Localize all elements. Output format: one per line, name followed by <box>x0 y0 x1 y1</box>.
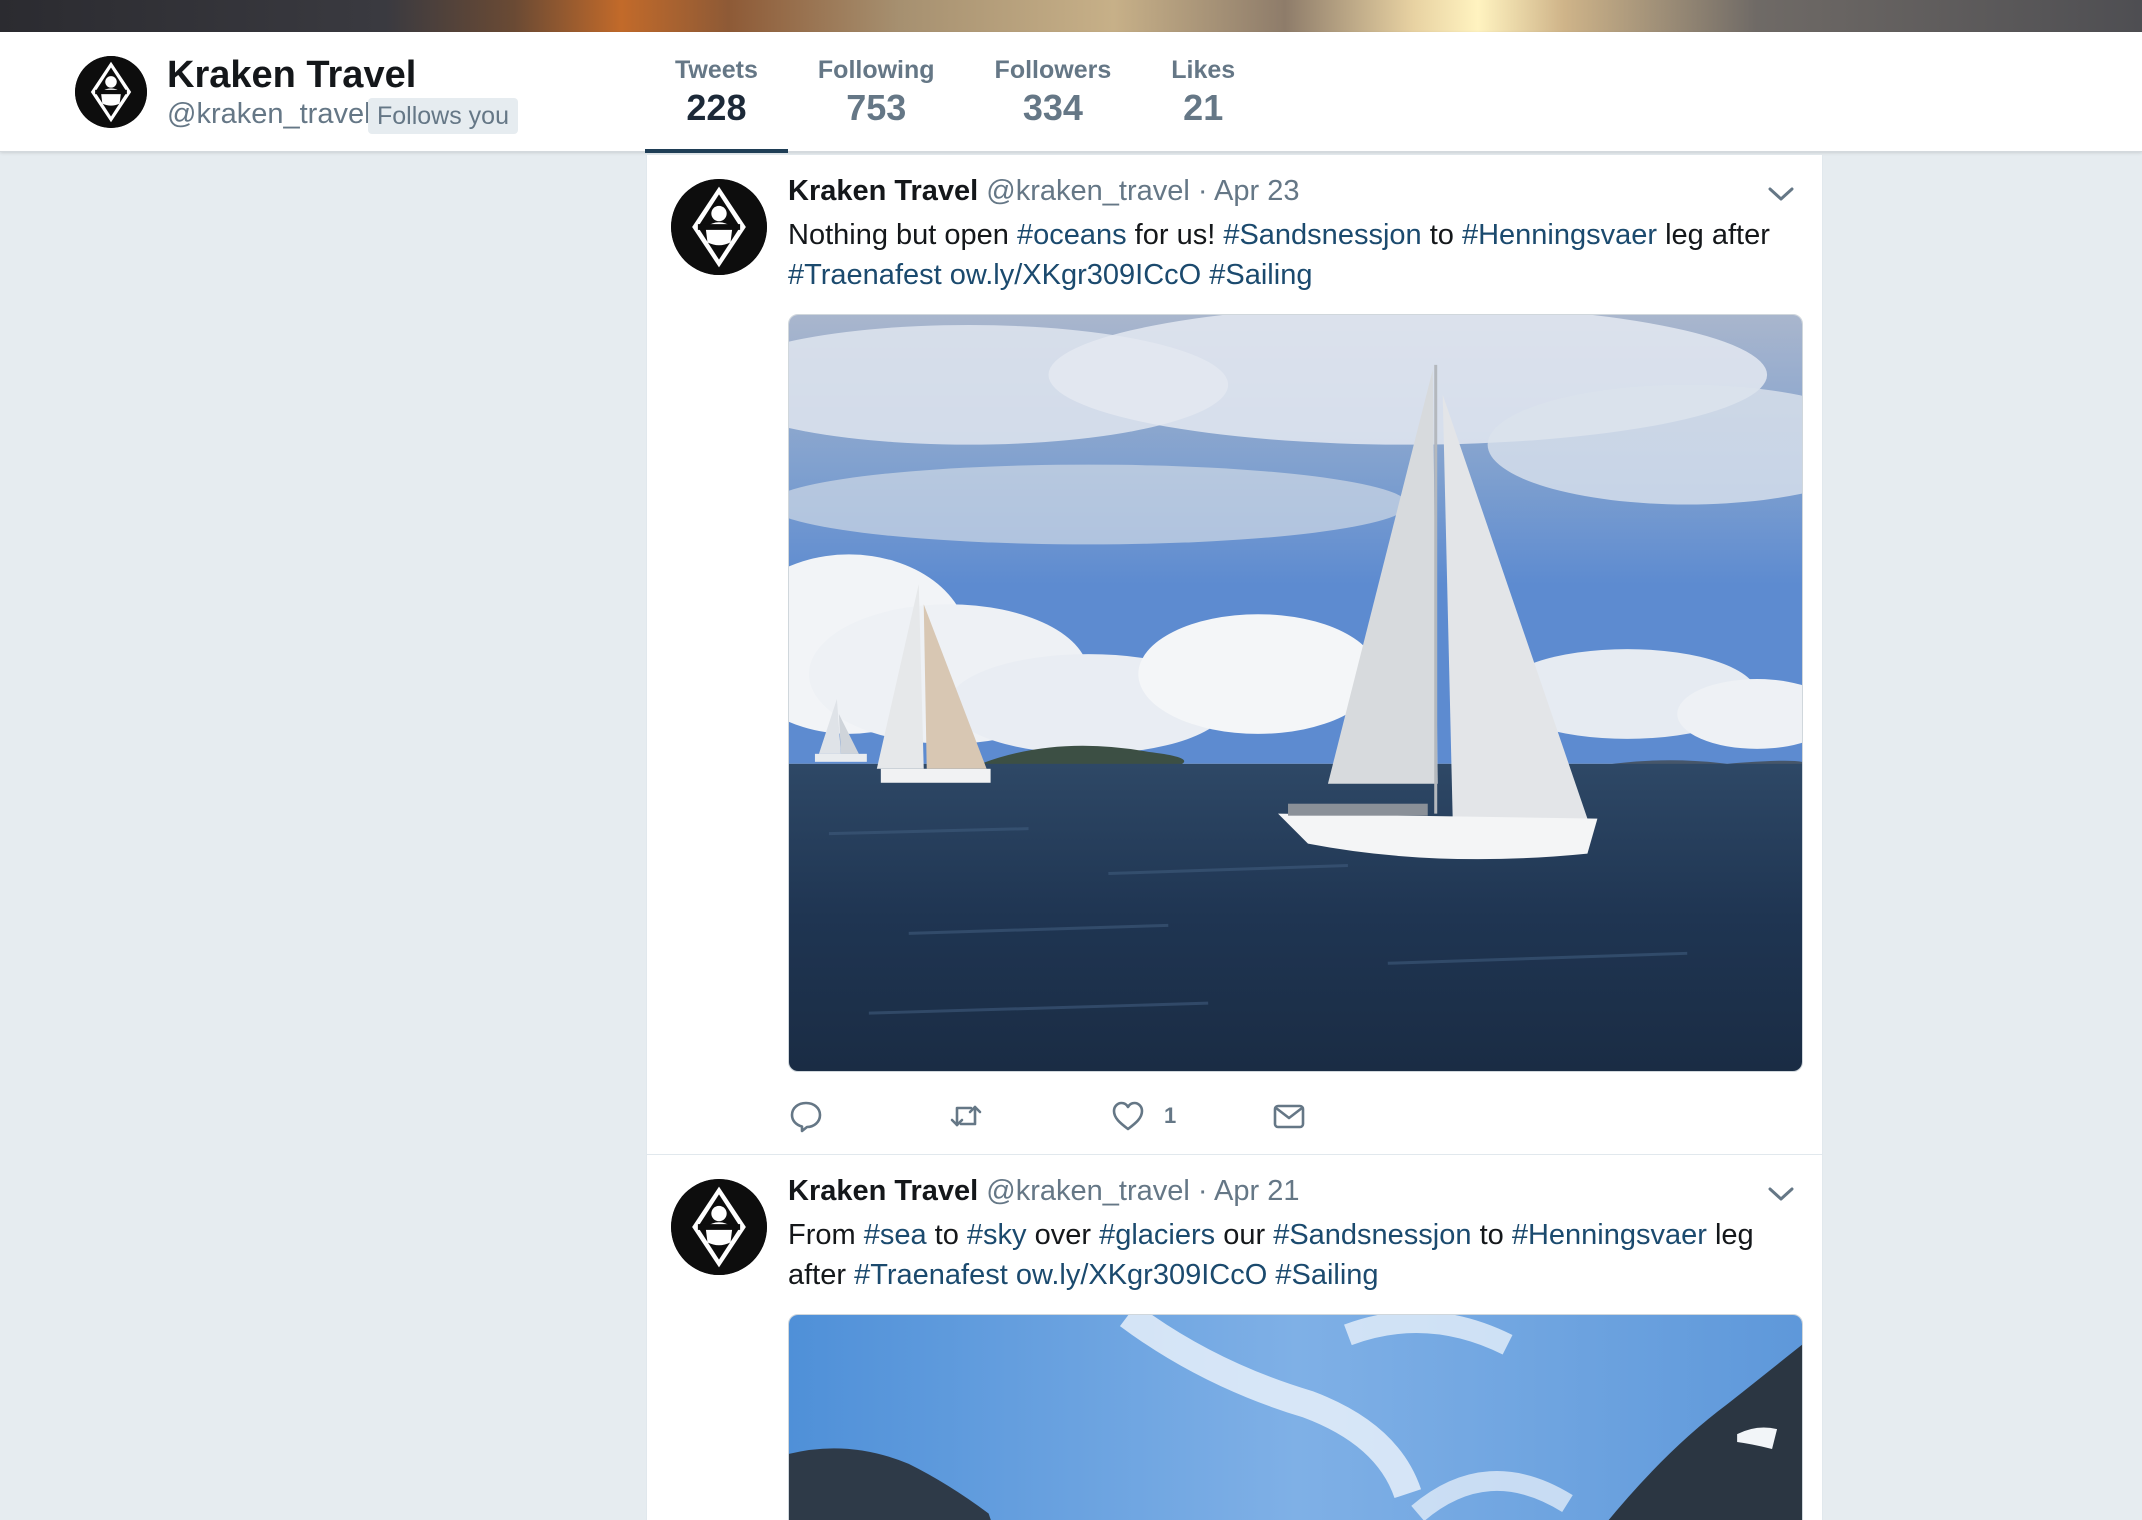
sailboats-photo <box>789 315 1802 1071</box>
direct-message-icon <box>1273 1104 1305 1129</box>
tab-likes[interactable]: Likes 21 <box>1141 32 1265 152</box>
tweet-text-segment: for us! <box>1126 219 1224 251</box>
tweet-text-segment <box>942 259 950 291</box>
tweet-timeline: Kraken Travel @kraken_travel · Apr 23 No… <box>646 155 1823 1520</box>
stat-value: 21 <box>1183 87 1224 128</box>
separator-dot: · <box>1197 1175 1208 1207</box>
stat-label: Following <box>817 56 935 84</box>
hashtag-link[interactable]: #Traenafest <box>788 259 942 291</box>
tweet-actions: 1 <box>788 1095 1388 1137</box>
hashtag-link[interactable]: #glaciers <box>1099 1219 1215 1251</box>
tweet-text-segment: Nothing but open <box>788 219 1017 251</box>
mountains-photo <box>789 1315 1802 1520</box>
hashtag-link[interactable]: #sea <box>864 1219 927 1251</box>
stat-label: Likes <box>1171 56 1236 84</box>
profile-avatar[interactable] <box>75 56 147 128</box>
hashtag-link[interactable]: #Sandsnessjon <box>1273 1219 1471 1251</box>
tweet-text-segment <box>1008 1259 1016 1291</box>
hashtag-link[interactable]: #Sailing <box>1275 1259 1378 1291</box>
chevron-down-icon[interactable] <box>1766 183 1796 205</box>
hashtag-link[interactable]: #Traenafest <box>854 1259 1008 1291</box>
hashtag-link[interactable]: #Henningsvaer <box>1512 1219 1707 1251</box>
direct-message-button[interactable] <box>1271 1095 1307 1137</box>
tab-tweets[interactable]: Tweets 228 <box>645 32 788 153</box>
profile-handle[interactable]: @kraken_travel <box>167 98 371 131</box>
tweet-timestamp[interactable]: Apr 23 <box>1214 175 1299 207</box>
profile-name[interactable]: Kraken Travel <box>167 54 416 97</box>
tweet-text: From #sea to #sky over #glaciers our #Sa… <box>788 1215 1798 1295</box>
chevron-down-icon[interactable] <box>1766 1183 1796 1205</box>
reply-icon <box>790 1101 822 1133</box>
like-count: 1 <box>1164 1103 1177 1128</box>
stat-value: 753 <box>846 87 907 128</box>
profile-nav-bar: Kraken Travel @kraken_travel Follows you… <box>0 32 2142 153</box>
separator-dot: · <box>1197 175 1208 207</box>
reply-button[interactable] <box>788 1095 824 1137</box>
url-link[interactable]: ow.ly/XKgr309ICcO <box>1016 1259 1267 1291</box>
hashtag-link[interactable]: #sky <box>967 1219 1027 1251</box>
hashtag-link[interactable]: #Henningsvaer <box>1462 219 1657 251</box>
tweet-author-name[interactable]: Kraken Travel <box>788 1175 978 1207</box>
tweet-text-segment: leg after <box>1657 219 1770 251</box>
url-link[interactable]: ow.ly/XKgr309ICcO <box>950 259 1201 291</box>
tweet-author-name[interactable]: Kraken Travel <box>788 175 978 207</box>
hashtag-link[interactable]: #Sandsnessjon <box>1223 219 1421 251</box>
tab-followers[interactable]: Followers 334 <box>965 32 1142 152</box>
tweet-avatar[interactable] <box>671 1179 767 1275</box>
retweet-button[interactable] <box>948 1095 984 1137</box>
tweet-avatar[interactable] <box>671 179 767 275</box>
tweet[interactable]: Kraken Travel @kraken_travel · Apr 21 Fr… <box>647 1155 1822 1520</box>
stat-label: Tweets <box>675 56 758 84</box>
stat-value: 228 <box>686 87 747 128</box>
profile-stats-nav: Tweets 228 Following 753 Followers 334 L… <box>645 32 1265 153</box>
like-icon <box>1112 1101 1144 1131</box>
tweet-photo[interactable] <box>788 314 1803 1072</box>
tweet-text-segment: to <box>926 1219 967 1251</box>
like-button[interactable]: 1 <box>1110 1095 1176 1137</box>
tweet-timestamp[interactable]: Apr 21 <box>1214 1175 1299 1207</box>
hashtag-link[interactable]: #oceans <box>1017 219 1127 251</box>
retweet-icon <box>950 1105 982 1127</box>
tweet-author-handle[interactable]: @kraken_travel <box>986 175 1190 207</box>
tweet-text-segment: to <box>1421 219 1462 251</box>
hashtag-link[interactable]: #Sailing <box>1209 259 1312 291</box>
tweet-text: Nothing but open #oceans for us! #Sandsn… <box>788 215 1798 295</box>
tweet-header: Kraken Travel @kraken_travel · Apr 23 <box>788 175 1299 208</box>
follows-you-badge: Follows you <box>368 98 518 134</box>
tweet-text-segment: to <box>1471 1219 1512 1251</box>
tweet-photo[interactable] <box>788 1314 1803 1520</box>
tweet[interactable]: Kraken Travel @kraken_travel · Apr 23 No… <box>647 155 1822 1155</box>
tweet-text-segment: our <box>1215 1219 1274 1251</box>
profile-header-photo <box>0 0 2142 32</box>
tab-following[interactable]: Following 753 <box>788 32 965 152</box>
tweet-text-segment: From <box>788 1219 864 1251</box>
tweet-header: Kraken Travel @kraken_travel · Apr 21 <box>788 1175 1299 1208</box>
tweet-author-handle[interactable]: @kraken_travel <box>986 1175 1190 1207</box>
stat-value: 334 <box>1022 87 1083 128</box>
tweet-text-segment: over <box>1026 1219 1100 1251</box>
stat-label: Followers <box>994 56 1112 84</box>
